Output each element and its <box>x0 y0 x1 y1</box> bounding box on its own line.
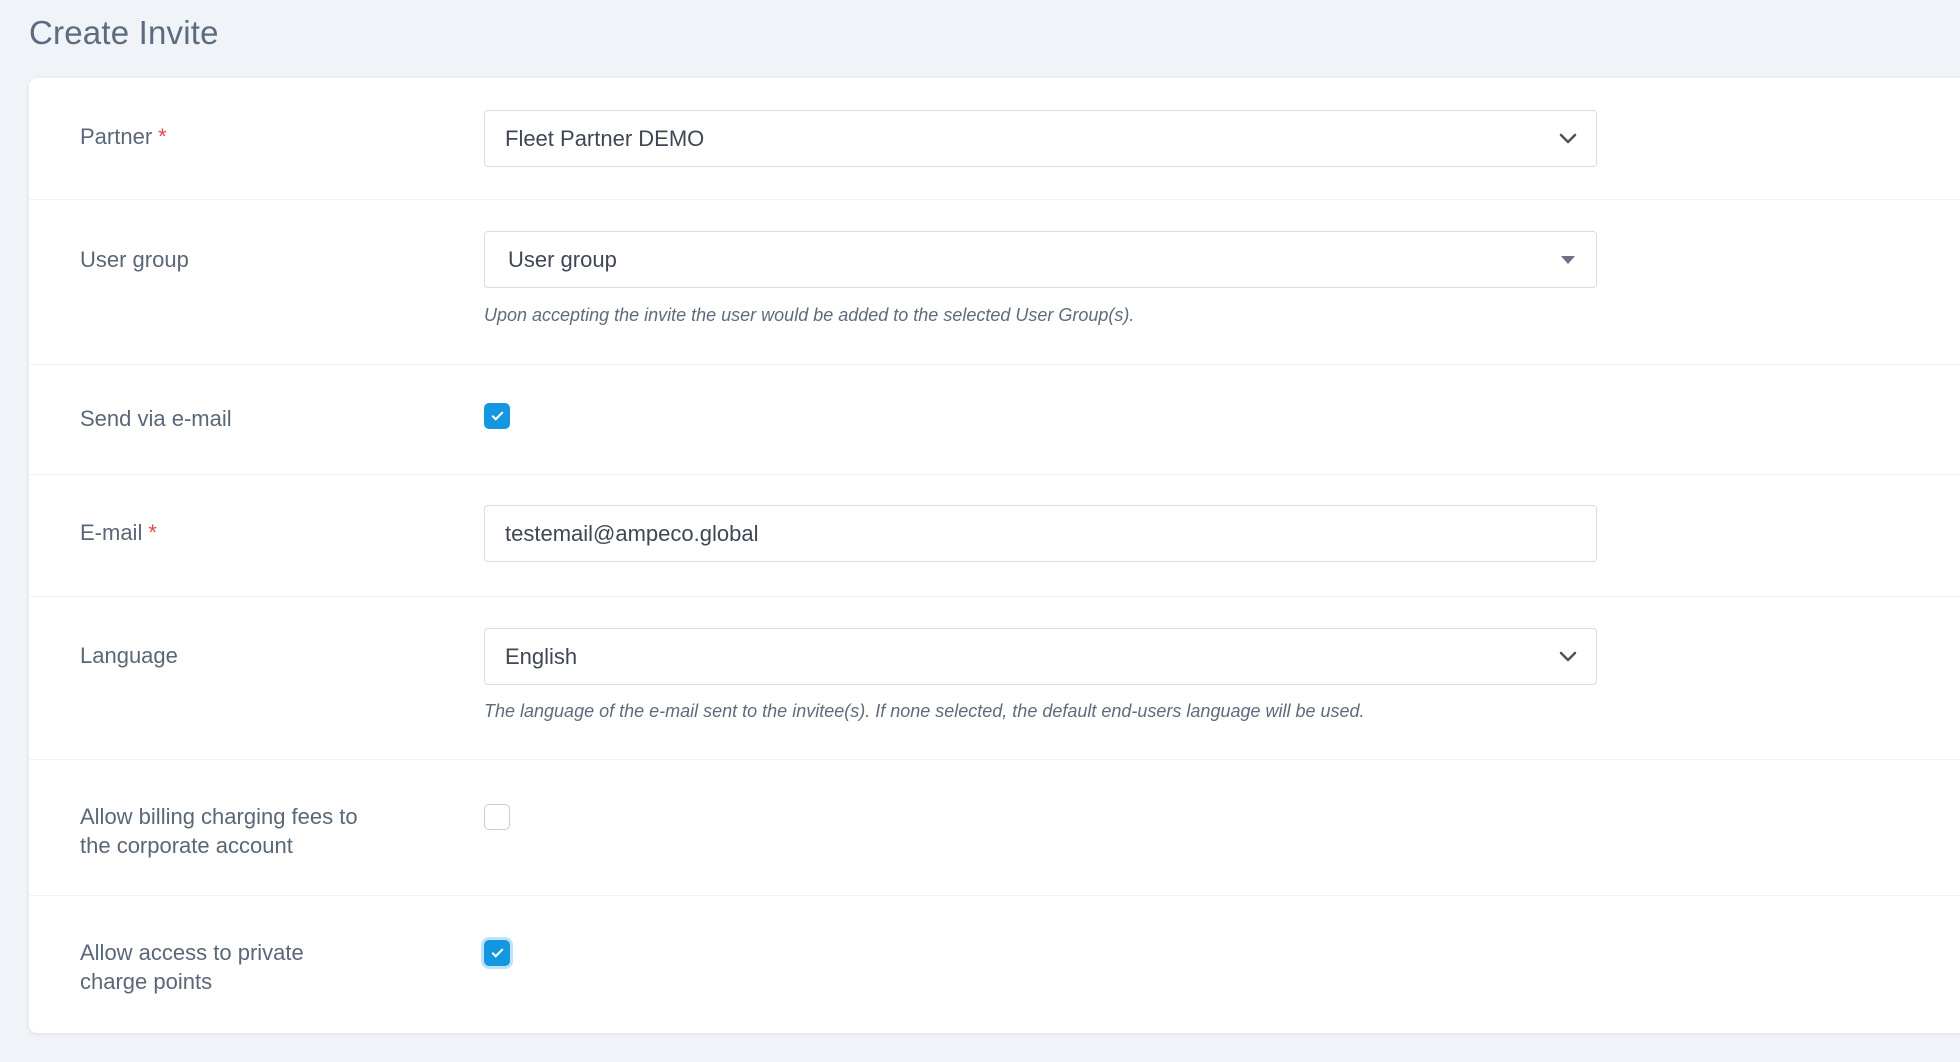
language-select[interactable]: English <box>484 628 1597 685</box>
email-row: E-mail * testemail@ampeco.global <box>29 475 1960 597</box>
allow-private-access-label: Allow access to private charge points <box>80 940 304 994</box>
language-label: Language <box>80 643 178 668</box>
partner-select-value: Fleet Partner DEMO <box>505 125 705 151</box>
user-group-select[interactable]: User group <box>484 231 1597 288</box>
checkmark-icon <box>490 945 504 958</box>
user-group-select-value: User group <box>508 246 617 272</box>
partner-label: Partner * <box>80 124 167 149</box>
required-marker: * <box>148 520 157 545</box>
email-input[interactable]: testemail@ampeco.global <box>484 505 1597 562</box>
email-input-value: testemail@ampeco.global <box>505 520 759 546</box>
allow-billing-checkbox[interactable] <box>484 804 510 830</box>
checkmark-icon <box>490 408 504 421</box>
chevron-down-icon <box>1548 111 1588 166</box>
allow-billing-row: Allow billing charging fees to the corpo… <box>29 760 1960 896</box>
user-group-label: User group <box>80 247 189 272</box>
language-help-text: The language of the e-mail sent to the i… <box>484 701 1365 721</box>
language-row: Language English The language of the e-m… <box>29 597 1960 760</box>
send-via-email-checkbox[interactable] <box>484 403 510 429</box>
caret-down-icon <box>1548 232 1588 287</box>
send-via-email-label: Send via e-mail <box>80 406 232 431</box>
send-via-email-row: Send via e-mail <box>29 365 1960 475</box>
allow-billing-label: Allow billing charging fees to the corpo… <box>80 804 358 858</box>
user-group-help-text: Upon accepting the invite the user would… <box>484 305 1135 325</box>
invite-form-card: Partner * Fleet Partner DEMO User group U… <box>29 78 1960 1033</box>
language-select-value: English <box>505 643 578 669</box>
allow-private-access-row: Allow access to private charge points <box>29 896 1960 1033</box>
email-label: E-mail * <box>80 520 157 545</box>
allow-private-access-checkbox[interactable] <box>484 940 510 966</box>
page-title: Create Invite <box>29 14 219 51</box>
partner-row: Partner * Fleet Partner DEMO <box>29 78 1960 200</box>
chevron-down-icon <box>1548 629 1588 684</box>
partner-select[interactable]: Fleet Partner DEMO <box>484 110 1597 167</box>
user-group-row: User group User group Upon accepting the… <box>29 200 1960 365</box>
required-marker: * <box>158 124 167 149</box>
